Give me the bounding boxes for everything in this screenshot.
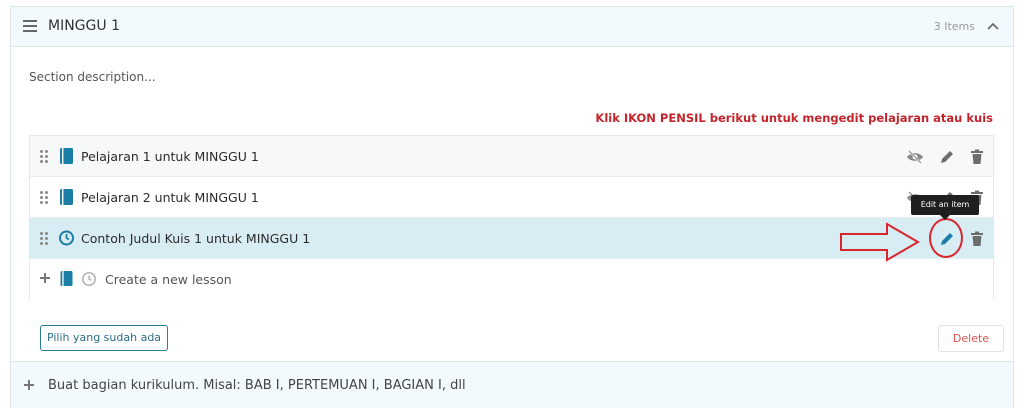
- book-icon: [60, 189, 73, 205]
- hamburger-icon[interactable]: [23, 20, 37, 32]
- plus-icon[interactable]: [38, 271, 52, 285]
- trash-icon[interactable]: [968, 230, 986, 248]
- list-item[interactable]: Pelajaran 2 untuk MINGGU 1: [30, 177, 993, 218]
- drag-handle-icon[interactable]: [40, 191, 48, 204]
- section-description[interactable]: Section description...: [29, 70, 156, 84]
- drag-handle-icon[interactable]: [40, 150, 48, 163]
- item-title[interactable]: Pelajaran 2 untuk MINGGU 1: [81, 190, 259, 205]
- trash-icon[interactable]: [968, 148, 986, 166]
- clock-icon[interactable]: [81, 271, 97, 287]
- list-item[interactable]: Pelajaran 1 untuk MINGGU 1: [30, 136, 993, 177]
- new-item-row[interactable]: Create a new lesson: [30, 259, 993, 300]
- annotation-circle: [929, 218, 963, 258]
- annotation-arrow: [840, 222, 920, 262]
- item-title[interactable]: Contoh Judul Kuis 1 untuk MINGGU 1: [81, 231, 310, 246]
- eye-slash-icon[interactable]: [906, 148, 924, 166]
- drag-handle-icon[interactable]: [40, 232, 48, 245]
- section-items: Pelajaran 1 untuk MINGGU 1 Pelajaran 2 u…: [29, 135, 994, 300]
- book-icon: [60, 148, 73, 164]
- new-lesson-input[interactable]: Create a new lesson: [105, 272, 232, 287]
- select-existing-button[interactable]: Pilih yang sudah ada: [40, 325, 168, 351]
- instruction-hint: Klik IKON PENSIL berikut untuk mengedit …: [595, 111, 993, 125]
- plus-icon[interactable]: [23, 379, 35, 391]
- curriculum-section: MINGGU 1 3 Items Section description... …: [10, 6, 1014, 408]
- chevron-up-icon[interactable]: [985, 19, 1001, 35]
- section-header[interactable]: MINGGU 1 3 Items: [11, 7, 1013, 47]
- section-title[interactable]: MINGGU 1: [48, 18, 120, 34]
- add-section-bar[interactable]: Buat bagian kurikulum. Misal: BAB I, PER…: [11, 361, 1013, 408]
- pencil-icon[interactable]: [938, 148, 956, 166]
- edit-tooltip: Edit an item: [911, 195, 979, 220]
- clock-icon: [59, 230, 74, 246]
- book-icon[interactable]: [59, 270, 74, 287]
- add-section-input[interactable]: Buat bagian kurikulum. Misal: BAB I, PER…: [48, 378, 466, 393]
- delete-section-button[interactable]: Delete: [938, 325, 1004, 352]
- item-count: 3 Items: [933, 20, 975, 33]
- item-title[interactable]: Pelajaran 1 untuk MINGGU 1: [81, 149, 259, 164]
